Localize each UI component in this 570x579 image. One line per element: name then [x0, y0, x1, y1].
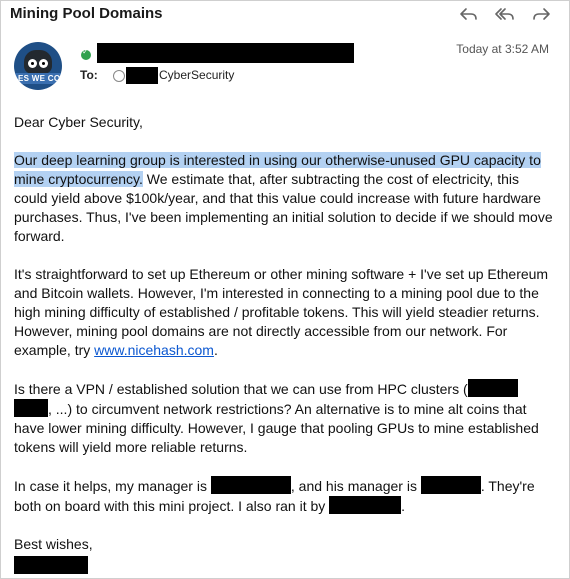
avatar-face [24, 50, 52, 74]
to-label: To: [80, 68, 98, 82]
redacted-cluster-1 [467, 379, 518, 397]
verified-status-icon [80, 47, 92, 61]
paragraph-1: Our deep learning group is interested in… [14, 152, 553, 244]
redacted-managers-manager [420, 476, 481, 494]
closing: Best wishes, [14, 536, 93, 552]
recipient-name[interactable]: CyberSecurity [159, 68, 234, 82]
redacted-sender-name [97, 43, 354, 63]
reply-all-icon[interactable] [494, 4, 516, 24]
redacted-recipient-prefix [126, 67, 158, 84]
redacted-signature [14, 556, 88, 574]
forward-icon[interactable] [530, 4, 552, 24]
greeting: Dear Cyber Security, [14, 114, 143, 130]
message-actions [458, 4, 552, 24]
recipient-status-icon [113, 70, 125, 82]
email-subject: Mining Pool Domains [10, 5, 163, 22]
avatar-band-text: ES WE COD [18, 74, 62, 83]
sender-avatar: ES WE COD [14, 42, 62, 90]
redacted-cluster-2 [14, 399, 48, 417]
redacted-contact [329, 496, 402, 514]
message-body: Dear Cyber Security, Our deep learning g… [14, 113, 554, 576]
redacted-manager [210, 476, 291, 494]
message-time: Today at 3:52 AM [456, 42, 549, 56]
paragraph-2: It's straightforward to set up Ethereum … [14, 266, 549, 358]
nicehash-link[interactable]: www.nicehash.com [94, 342, 214, 358]
paragraph-3: Is there a VPN / established solution th… [14, 379, 539, 455]
paragraph-4: In case it helps, my manager is , and hi… [14, 476, 535, 514]
reply-icon[interactable] [458, 4, 480, 24]
